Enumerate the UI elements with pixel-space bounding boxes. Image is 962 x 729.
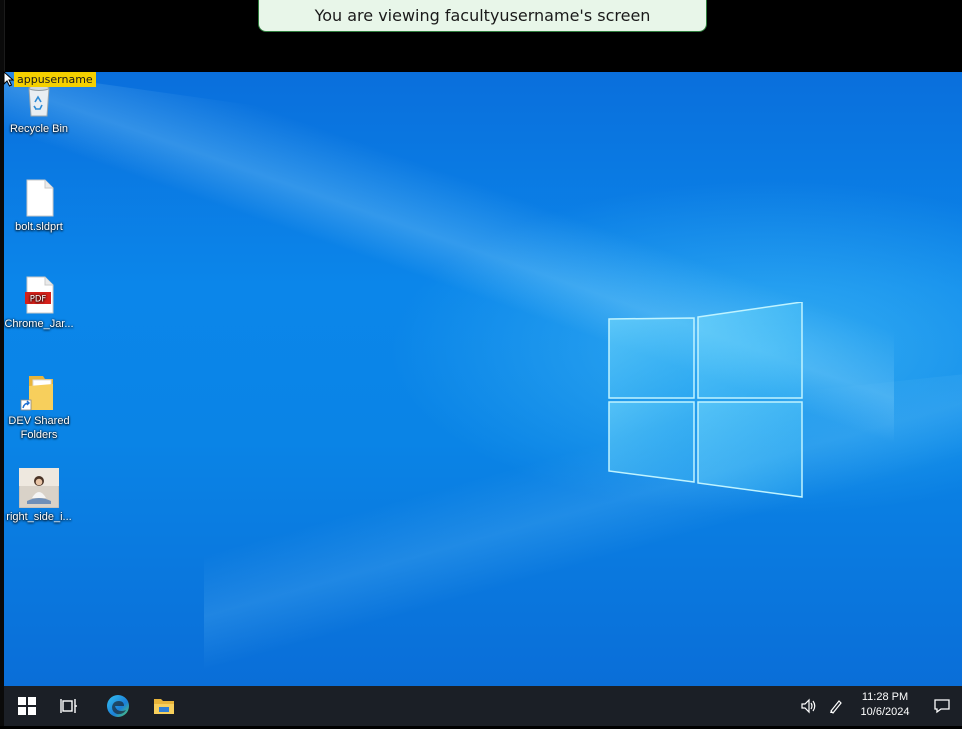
viewing-banner: You are viewing facultyusername's screen [258, 0, 707, 32]
taskbar-clock[interactable]: 11:28 PM 10/6/2024 [848, 690, 922, 720]
desktop-icon-label: bolt.sldprt [15, 221, 63, 233]
file-explorer-icon [154, 699, 174, 714]
file-explorer-button[interactable] [141, 686, 187, 726]
wallpaper-light-beam [204, 369, 962, 675]
desktop-icon-label: DEV Shared Folders [8, 415, 70, 441]
action-center-button[interactable] [922, 686, 962, 726]
image-thumbnail-icon [19, 468, 59, 508]
clock-time: 11:28 PM [861, 691, 909, 703]
task-view-icon [60, 699, 77, 713]
clock-date: 10/6/2024 [860, 706, 910, 718]
desktop-icon-label: right_side_i... [6, 511, 72, 523]
pdf-badge-text: PDF [30, 295, 47, 305]
viewing-banner-text: You are viewing facultyusername's screen [314, 6, 651, 25]
system-tray [800, 686, 844, 726]
desktop-icon-label: Chrome_Jar... [4, 318, 74, 330]
start-button[interactable] [4, 686, 50, 726]
desktop-icon-right-side-image[interactable]: right_side_i... [4, 468, 78, 524]
remote-user-cursor-tag: appusername [14, 72, 96, 87]
desktop-icon-recycle-bin[interactable]: Recycle Bin [4, 80, 78, 136]
taskbar: 11:28 PM 10/6/2024 [4, 686, 962, 726]
desktop-icon-chrome-jar-pdf[interactable]: PDF Chrome_Jar... [4, 275, 78, 331]
shortcut-folder-icon [20, 376, 53, 411]
remote-user-name: appusername [17, 73, 93, 86]
desktop-icon-dev-shared-folders[interactable]: DEV Shared Folders [4, 372, 78, 442]
blank-file-icon [26, 179, 54, 217]
notifications-icon [934, 699, 950, 714]
task-view-button[interactable] [46, 686, 92, 726]
windows-logo-wallpaper-icon [608, 302, 803, 498]
pdf-file-icon: PDF [25, 276, 54, 314]
volume-icon[interactable] [800, 698, 818, 714]
pen-icon[interactable] [828, 698, 844, 714]
mouse-pointer-icon [3, 71, 15, 87]
desktop[interactable]: Recycle Bin bolt.sldprt PDF Chrome_Jar..… [4, 72, 962, 686]
edge-button[interactable] [95, 686, 141, 726]
edge-browser-icon [107, 695, 129, 717]
windows-start-icon [18, 697, 36, 715]
desktop-icon-label: Recycle Bin [9, 123, 69, 135]
desktop-icon-bolt-sldprt[interactable]: bolt.sldprt [4, 178, 78, 234]
remote-viewer-window: You are viewing facultyusername's screen [0, 0, 962, 729]
